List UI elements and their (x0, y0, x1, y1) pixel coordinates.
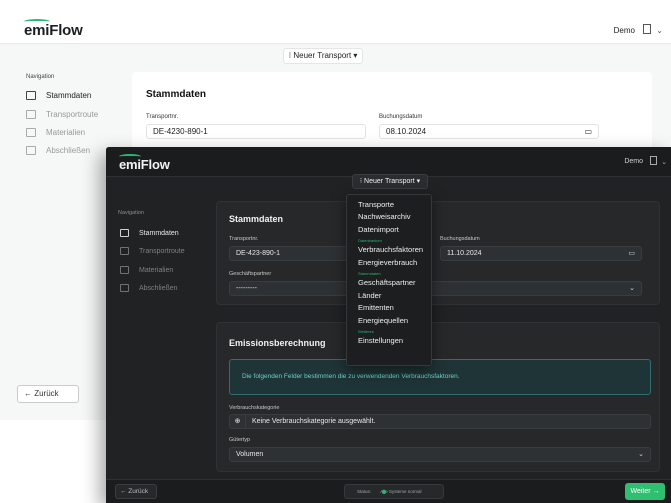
menu-item-datenimport[interactable]: Datenimport (358, 225, 399, 235)
id-card-icon (26, 91, 36, 101)
menu-section-stammdaten: Stammdaten (358, 271, 381, 276)
app-logo[interactable]: emiFlow (119, 154, 170, 172)
chevron-down-icon: ⌄ (638, 451, 644, 458)
chevron-down-icon[interactable]: ⌄ (661, 158, 667, 166)
goods-type-select[interactable]: Volumen ⌄ (229, 447, 651, 462)
menu-item-nachweisarchiv[interactable]: Nachweisarchiv (358, 212, 411, 222)
document-icon (26, 146, 36, 156)
logo-swoosh-icon (24, 19, 50, 24)
menu-item-transporte[interactable]: Transporte (358, 200, 394, 210)
route-icon (26, 110, 36, 120)
dark-header: emiFlow Demo ⌄ (106, 147, 671, 177)
route-icon (120, 247, 129, 256)
next-button[interactable]: Weiter → (625, 483, 665, 500)
new-transport-button[interactable]: ⁝ Neuer Transport ▾ (352, 174, 428, 189)
app-logo[interactable]: emiFlow (24, 19, 83, 39)
building-icon[interactable] (650, 156, 657, 165)
partner-label: Geschäftspartner (229, 271, 272, 277)
back-button[interactable]: ← Zurück (115, 484, 157, 499)
new-transport-menu: Transporte Nachweisarchiv Datenimport Da… (346, 194, 432, 366)
sidebar-item-materialien[interactable]: Materialien (120, 266, 173, 276)
logo-swoosh-icon (119, 154, 141, 159)
goods-type-label: Gütertyp (229, 437, 251, 443)
menu-item-geschaeftspartner[interactable]: Geschäftspartner (358, 278, 416, 288)
card-title: Stammdaten (229, 214, 284, 224)
nav-title: Navigation (118, 210, 144, 216)
circle-plus-icon[interactable]: ⊕ (230, 415, 246, 428)
chevron-down-icon: ⌄ (629, 285, 635, 292)
menu-item-energieverbrauch[interactable]: Energieverbrauch (358, 258, 417, 268)
cube-icon (26, 128, 36, 138)
back-button[interactable]: ← Zurück (17, 385, 79, 403)
menu-section-datenbanken: Datenbanken (358, 238, 382, 243)
info-box: Die folgenden Felder bestimmen die zu ve… (229, 359, 651, 395)
menu-item-energiequellen[interactable]: Energiequellen (358, 316, 408, 326)
document-icon (120, 284, 129, 293)
menu-item-emittenten[interactable]: Emittenten (358, 303, 394, 313)
dark-footer: ← Zurück Status: Alle Systeme normal Wei… (106, 479, 671, 503)
calendar-icon[interactable]: ▭ (628, 247, 635, 260)
category-select[interactable]: ⊕ Keine Verbrauchskategorie ausgewählt. (229, 414, 651, 429)
sidebar-item-materialien[interactable]: Materialien (26, 128, 85, 138)
card-title: Stammdaten (146, 89, 207, 100)
nav-title: Navigation (26, 74, 55, 80)
category-label: Verbrauchskategorie (229, 405, 280, 411)
partner-select[interactable]: --------- ⌄ (229, 281, 642, 296)
menu-section-weiteres: Weiteres (358, 329, 374, 334)
calendar-icon[interactable]: ▭ (584, 125, 592, 138)
light-header: emiFlow Demo ⌄ (0, 0, 671, 44)
status-dot-icon (382, 490, 386, 494)
status-indicator: Status: Alle Systeme normal (344, 484, 444, 499)
user-menu-label[interactable]: Demo (624, 158, 643, 165)
booking-date-input[interactable]: 11.10.2024 ▭ (440, 246, 642, 261)
status-value: Alle Systeme normal (380, 489, 422, 494)
menu-item-verbrauchsfaktoren[interactable]: Verbrauchsfaktoren (358, 245, 423, 255)
cube-icon (120, 266, 129, 275)
id-card-icon (120, 229, 129, 238)
sidebar-item-transportroute[interactable]: Transportroute (120, 247, 185, 257)
sidebar-item-abschliessen[interactable]: Abschließen (26, 146, 90, 156)
transport-number-label: Transportnr. (229, 236, 259, 242)
booking-date-label: Buchungsdatum (379, 114, 423, 120)
transport-number-label: Transportnr. (146, 114, 179, 120)
dark-emission-card: Emissionsberechnung Die folgenden Felder… (216, 322, 660, 472)
menu-item-einstellungen[interactable]: Einstellungen (358, 336, 403, 346)
sidebar-item-stammdaten[interactable]: Stammdaten (120, 229, 179, 239)
user-menu-label[interactable]: Demo (614, 26, 635, 35)
status-label: Status: (357, 489, 372, 494)
booking-date-input[interactable]: 08.10.2024 ▭ (379, 124, 599, 139)
building-icon[interactable] (643, 24, 651, 34)
dark-stammdaten-card: Stammdaten Transportnr. DE-423-890-1 Buc… (216, 201, 660, 305)
emission-title: Emissionsberechnung (229, 338, 326, 348)
sidebar-item-abschliessen[interactable]: Abschließen (120, 284, 178, 294)
sidebar-item-transportroute[interactable]: Transportroute (26, 110, 98, 120)
new-transport-button[interactable]: ⁝ Neuer Transport ▾ (283, 48, 363, 64)
booking-date-label: Buchungsdatum (440, 236, 480, 242)
chevron-down-icon[interactable]: ⌄ (656, 26, 663, 35)
menu-item-laender[interactable]: Länder (358, 291, 381, 301)
sidebar-item-stammdaten[interactable]: Stammdaten (26, 91, 91, 101)
transport-number-input[interactable]: DE-4230-890-1 (146, 124, 366, 139)
